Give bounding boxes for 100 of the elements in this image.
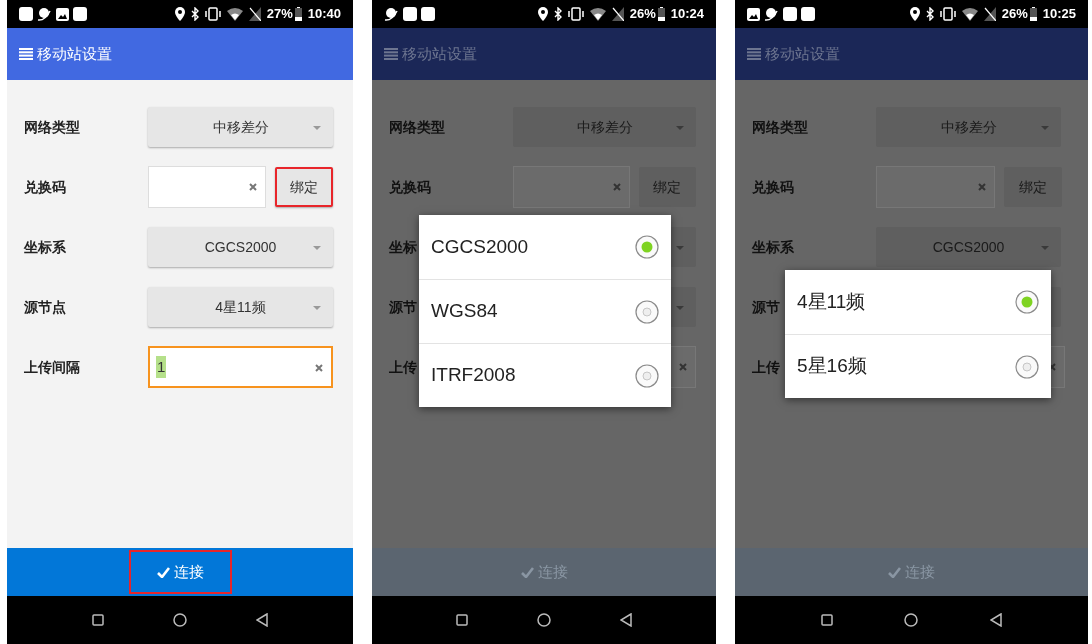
field-label: 网络类型 [24,117,80,137]
field-label: 坐标系 [752,237,794,257]
app-title: 移动站设置 [37,43,112,64]
status-time: 10:25 [1042,5,1076,24]
battery-icon [657,7,665,21]
wifi-icon [589,7,606,21]
bluetooth-icon [925,7,934,21]
dialog-option[interactable]: ITRF2008 [419,343,671,407]
dropdown[interactable]: 4星11频 [148,287,333,327]
dropdown[interactable]: 中移差分 [148,107,333,147]
location-icon [174,7,185,21]
notification-icon [73,7,87,21]
back-icon[interactable] [619,613,632,627]
bind-button[interactable]: 绑定 [275,167,333,207]
bluetooth-icon [190,7,199,21]
home-icon[interactable] [537,613,551,627]
dropdown-value: CGCS2000 [204,237,277,257]
dropdown-arrow-icon [676,306,684,310]
field-label: 兑换码 [24,177,66,197]
app-title: 移动站设置 [402,43,477,64]
satellite-icon [37,6,52,22]
back-icon[interactable] [256,613,269,627]
radio-button[interactable] [1015,290,1039,314]
location-icon [909,7,920,21]
status-time: 10:24 [670,5,704,24]
dropdown-arrow-icon [1041,246,1049,250]
field-value: 1 [156,355,167,379]
notification-icon [421,7,435,21]
vibrate-icon [939,7,956,21]
no-sim-icon [248,7,261,21]
battery-percent: 26% [629,5,656,24]
menu-icon[interactable] [384,48,398,60]
notification-icon [783,7,797,21]
option-label: WGS84 [431,299,498,324]
field-label: 坐标 [389,237,417,257]
field-label: 上传 [752,357,780,377]
battery-percent: 26% [1001,5,1028,24]
connect-button[interactable]: 连接 [128,550,232,594]
field-label: 源节 [752,297,780,317]
wifi-icon [226,7,243,21]
dropdown-value: 中移差分 [212,117,269,137]
location-icon [537,7,548,21]
input-field[interactable] [876,166,995,208]
dropdown-arrow-icon [313,306,321,310]
wifi-icon [961,7,978,21]
app-title: 移动站设置 [765,43,840,64]
image-icon [747,7,760,21]
battery-percent: 27% [266,5,293,24]
vibrate-icon [204,7,221,21]
field-label: 兑换码 [752,177,794,197]
satellite-icon [384,6,399,22]
option-label: ITRF2008 [431,363,516,388]
menu-icon[interactable] [747,48,761,60]
dialog-option[interactable]: WGS84 [419,279,671,343]
radio-button[interactable] [635,363,659,388]
menu-icon[interactable] [19,48,33,60]
dropdown-value: CGCS2000 [932,237,1005,257]
dropdown-value: 中移差分 [940,117,997,137]
dropdown-arrow-icon [313,126,321,130]
check-icon [520,566,534,578]
field-label: 兑换码 [389,177,431,197]
field-label: 上传 [389,357,417,377]
bluetooth-icon [553,7,562,21]
input-field[interactable]: 1 [148,346,333,388]
field-label: 上传间隔 [24,357,80,377]
dropdown[interactable]: CGCS2000 [148,227,333,267]
field-label: 源节点 [24,297,66,317]
field-label: 源节 [389,297,417,317]
home-icon[interactable] [173,613,187,627]
dropdown-value: 中移差分 [576,117,633,137]
notification-icon [403,7,417,21]
vibrate-icon [567,7,584,21]
dialog-option[interactable]: CGCS2000 [419,215,671,279]
dropdown-arrow-icon [676,246,684,250]
dialog-option[interactable]: 5星16频 [785,334,1051,398]
battery-icon [294,7,302,21]
square-icon[interactable] [820,614,833,626]
check-icon [156,566,170,578]
radio-button[interactable] [1015,354,1039,379]
square-icon[interactable] [91,614,104,626]
field-label: 坐标系 [24,237,66,257]
dropdown-arrow-icon [1041,126,1049,130]
no-sim-icon [611,7,624,21]
radio-button[interactable] [635,299,659,324]
check-icon [888,566,901,578]
field-label: 网络类型 [752,117,808,137]
dropdown-arrow-icon [313,246,321,250]
option-label: 4星11频 [797,289,866,314]
back-icon[interactable] [990,613,1003,627]
option-label: CGCS2000 [431,234,529,259]
option-label: 5星16频 [797,354,867,379]
home-icon[interactable] [904,613,919,627]
no-sim-icon [983,7,996,21]
dropdown-value: 4星11频 [215,297,266,317]
radio-button[interactable] [635,235,659,259]
input-field[interactable] [513,166,630,208]
status-time: 10:40 [307,5,341,24]
dialog-option[interactable]: 4星11频 [785,270,1051,334]
field-label: 网络类型 [389,117,445,137]
square-icon[interactable] [456,614,469,626]
